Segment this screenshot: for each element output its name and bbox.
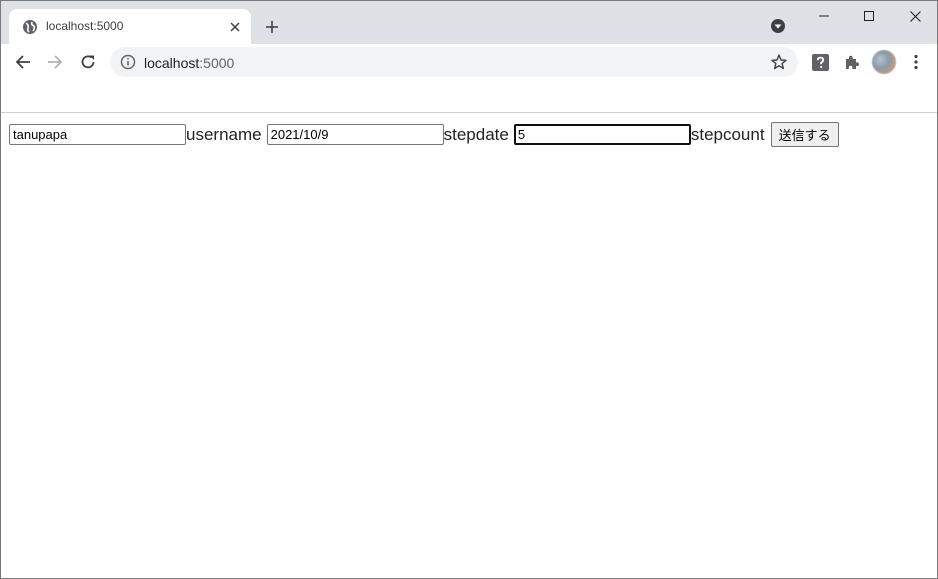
username-input[interactable] <box>9 124 186 145</box>
address-bar[interactable]: localhost:5000 <box>110 47 798 77</box>
browser-window: localhost:5000 localhost:5000 tanupapa u… <box>0 0 938 579</box>
tab-strip: localhost:5000 <box>1 1 937 44</box>
bookmark-bar-area <box>1 80 937 112</box>
maximize-icon[interactable] <box>846 1 892 31</box>
help-extension-icon[interactable] <box>810 52 830 72</box>
page-content: username stepdate stepcount 送信する <box>1 113 937 578</box>
tab-search-icon[interactable] <box>770 18 786 34</box>
browser-tab[interactable]: localhost:5000 <box>9 9 251 44</box>
menu-dots-icon[interactable] <box>906 52 926 72</box>
stepcount-input[interactable] <box>513 124 691 145</box>
minimize-icon[interactable] <box>801 1 847 31</box>
tab-title: localhost:5000 <box>46 19 124 33</box>
profile-avatar[interactable] <box>872 50 896 74</box>
bookmark-star-icon[interactable] <box>770 53 788 71</box>
username-label: username <box>186 124 262 144</box>
step-form: username stepdate stepcount 送信する <box>9 122 839 147</box>
forward-arrow-icon[interactable] <box>42 49 68 75</box>
stepdate-label: stepdate <box>443 124 509 144</box>
stepdate-input[interactable] <box>266 124 444 145</box>
back-arrow-icon[interactable] <box>10 49 36 75</box>
close-tab-icon[interactable] <box>227 19 243 35</box>
browser-toolbar: localhost:5000 <box>1 44 937 80</box>
url-port: :5000 <box>199 55 235 71</box>
submit-button[interactable]: 送信する <box>770 122 839 147</box>
stepcount-label: stepcount <box>690 124 765 144</box>
globe-icon <box>22 19 38 35</box>
new-tab-button[interactable] <box>260 15 284 39</box>
reload-icon[interactable] <box>75 49 101 75</box>
close-window-icon[interactable] <box>892 1 937 31</box>
url-host: localhost <box>144 55 200 71</box>
url-text: localhost:5000 <box>144 55 234 71</box>
extensions-puzzle-icon[interactable] <box>842 52 862 72</box>
site-info-icon[interactable] <box>120 54 136 70</box>
